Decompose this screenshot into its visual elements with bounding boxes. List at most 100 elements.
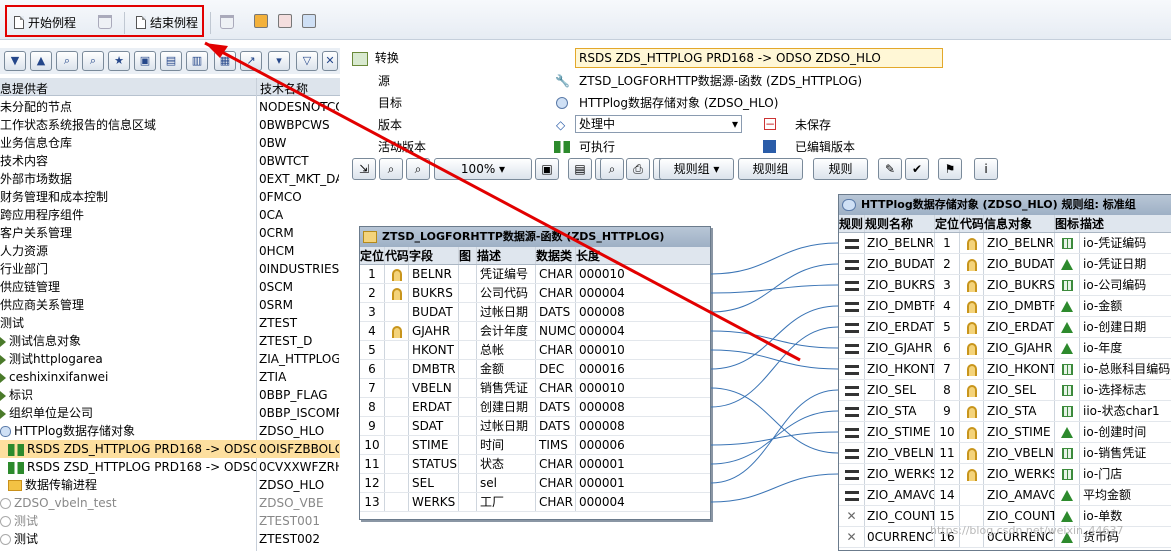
target-rule-row[interactable]: ZIO_AMAVG 14 ZIO_AMAVG 平均金额 [839,485,1171,506]
source-field-row[interactable]: 2 BUKRS 公司代码 CHAR 000004 [360,284,710,303]
find-next-icon[interactable]: ⌕ [600,158,624,180]
arrow-icon[interactable]: ↗ [240,51,262,71]
tree-item[interactable]: 客户关系管理 0CRM [0,224,340,242]
inactive-icon [0,534,11,545]
direct-assign-icon [844,280,859,291]
tree-item[interactable]: 数据传输进程 ZDSO_HLO [0,476,340,494]
info-icon[interactable]: i [974,158,998,180]
tree-item[interactable]: 测试 ZTEST [0,314,340,332]
direct-assign-icon [844,406,859,417]
expand-icon[interactable]: ▼ [4,51,26,71]
target-rule-row[interactable]: ZIO_ERDAT 5 ZIO_ERDAT io-创建日期 [839,317,1171,338]
characteristic-icon [1061,385,1073,396]
filter-icon[interactable]: ▾ [268,51,290,71]
technical-group-icon[interactable] [302,14,316,28]
flag-icon[interactable]: ⚑ [938,158,962,180]
tree-action-icon[interactable]: ▤ [160,51,182,71]
tree-item[interactable]: 跨应用程序组件 0CA [0,206,340,224]
target-rule-row[interactable]: ZIO_STIME 10 ZIO_STIME io-创建时间 [839,422,1171,443]
zoom-in-icon[interactable]: ⌕ [379,158,403,180]
target-rule-row[interactable]: ZIO_DMBTR 4 ZIO_DMBTR io-金额 [839,296,1171,317]
transform-title-field[interactable]: RSDS ZDS_HTTPLOG PRD168 -> ODSO ZDSO_HLO [575,48,943,68]
tree-item[interactable]: 工作状态系统报告的信息区域 0BWBPCWS [0,116,340,134]
target-rule-row[interactable]: ZIO_VBELN 11 ZIO_VBELN io-销售凭证 [839,443,1171,464]
formula-icon[interactable] [278,14,292,28]
tree-item[interactable]: 供应商关系管理 0SRM [0,296,340,314]
source-field-row[interactable]: 12 SEL sel CHAR 000001 [360,474,710,493]
watermark: https://blog.csdn.net/weixin_44637 [930,524,1124,537]
source-field-row[interactable]: 9 SDAT 过帐日期 DATS 000008 [360,417,710,436]
check-icon[interactable]: ✔ [905,158,929,180]
rule-group-delete-button[interactable]: 规则组 [738,158,803,180]
keyfigure-icon [1061,259,1073,270]
tree-item[interactable]: 组织单位是公司 0BBP_ISCOMP [0,404,340,422]
target-table: HTTPlog数据存储对象 (ZDSO_HLO) 规则组: 标准组 规则 规则名… [838,194,1171,551]
source-field-row[interactable]: 1 BELNR 凭证编号 CHAR 000010 [360,265,710,284]
tree-item[interactable]: HTTPlog数据存储对象 ZDSO_HLO [0,422,340,440]
source-field-row[interactable]: 10 STIME 时间 TIMS 000006 [360,436,710,455]
tree-action-icon[interactable]: ▦ [214,51,236,71]
tree-action-icon[interactable]: ▥ [186,51,208,71]
target-rule-row[interactable]: ZIO_BELNR 1 ZIO_BELNR io-凭证编码 [839,233,1171,254]
print-icon[interactable]: ⎙ [626,158,650,180]
zoom-out-icon[interactable]: ⌕ [406,158,430,180]
target-rule-row[interactable]: ZIO_BUKRS 3 ZIO_BUKRS io-公司编码 [839,275,1171,296]
favorite-icon[interactable]: ★ [108,51,130,71]
tree-item[interactable]: 技术内容 0BWTCT [0,152,340,170]
source-icon: 🔧 [555,74,570,88]
tree-item[interactable]: 人力资源 0HCM [0,242,340,260]
tree-item[interactable]: ZDSO_vbeln_test ZDSO_VBE [0,494,340,512]
tree-item[interactable]: RSDS ZSD_HTTPLOG PRD168 -> ODSO Z 0CVXXWF… [0,458,340,476]
rule-button[interactable]: 规则 [813,158,868,180]
expand-arrow-icon[interactable] [0,408,6,419]
tree-item[interactable]: 业务信息仓库 0BW [0,134,340,152]
tree-item[interactable]: 财务管理和成本控制 0FMCO [0,188,340,206]
source-field-row[interactable]: 5 HKONT 总帐 CHAR 000010 [360,341,710,360]
version-dropdown[interactable]: 处理中 ▾ [575,115,742,133]
target-rule-row[interactable]: ZIO_WERKS 12 ZIO_WERKS io-门店 [839,464,1171,485]
tree-item[interactable]: 标识 0BBP_FLAG [0,386,340,404]
expert-routine-icon[interactable] [254,14,268,28]
source-field-row[interactable]: 8 ERDAT 创建日期 DATS 000008 [360,398,710,417]
find-icon[interactable]: ⌕ [56,51,78,71]
target-rule-row[interactable]: ZIO_HKONT 7 ZIO_HKONT io-总账科目编码 [839,359,1171,380]
source-field-row[interactable]: 6 DMBTR 金额 DEC 000016 [360,360,710,379]
source-field-row[interactable]: 3 BUDAT 过帐日期 DATS 000008 [360,303,710,322]
tree-item[interactable]: 未分配的节点 NODESNOTCO [0,98,340,116]
tree-item[interactable]: 供应链管理 0SCM [0,278,340,296]
tree-item[interactable]: ceshixinxifanwei ZTIA [0,368,340,386]
filter-icon[interactable]: ▽ [296,51,318,71]
display-icon[interactable]: ▣ [134,51,156,71]
target-rule-row[interactable]: ZIO_STA 9 ZIO_STA iio-状态char1 [839,401,1171,422]
close-icon[interactable]: ✕ [322,51,338,71]
rule-group-button[interactable]: 规则组 ▾ [659,158,734,180]
source-field-row[interactable]: 11 STATUS 状态 CHAR 000001 [360,455,710,474]
tree-item[interactable]: 测试 ZTEST001 [0,512,340,530]
toolbar-separator [210,12,211,34]
tree-item[interactable]: 测试信息对象 ZTEST_D [0,332,340,350]
source-field-row[interactable]: 13 WERKS 工厂 CHAR 000004 [360,493,710,512]
key-icon [966,279,977,292]
tree-item[interactable]: 测试 ZTEST002 [0,530,340,548]
expand-arrow-icon[interactable] [0,372,6,383]
edit-icon[interactable]: ✎ [878,158,902,180]
collapse-icon[interactable]: ▲ [30,51,52,71]
target-rule-row[interactable]: ZIO_GJAHR 6 ZIO_GJAHR io-年度 [839,338,1171,359]
source-field-row[interactable]: 4 GJAHR 会计年度 NUMC 000004 [360,322,710,341]
expand-arrow-icon[interactable] [0,390,6,401]
expand-arrow-icon[interactable] [0,354,6,365]
toolbar-icon[interactable]: ▤ [568,158,592,180]
toolbar-icon[interactable]: ▣ [535,158,559,180]
tree-item-selected[interactable]: RSDS ZDS_HTTPLOG PRD168 -> ODSO Z 0OISFZB… [0,440,340,458]
expand-arrow-icon[interactable] [0,336,6,347]
target-rule-row[interactable]: ZIO_SEL 8 ZIO_SEL io-选择标志 [839,380,1171,401]
delete-end-routine-button[interactable] [220,12,234,32]
find-next-icon[interactable]: ⌕ [82,51,104,71]
target-rule-row[interactable]: ZIO_BUDAT 2 ZIO_BUDAT io-凭证日期 [839,254,1171,275]
tree-item[interactable]: 测试httplogarea ZIA_HTTPLOG [0,350,340,368]
tree-item[interactable]: 外部市场数据 0EXT_MKT_DA [0,170,340,188]
tree-item[interactable]: 行业部门 0INDUSTRIES [0,260,340,278]
source-field-row[interactable]: 7 VBELN 销售凭证 CHAR 000010 [360,379,710,398]
zoom-select[interactable]: 100% ▾ [434,158,532,180]
toolbar-icon[interactable]: ⇲ [352,158,376,180]
